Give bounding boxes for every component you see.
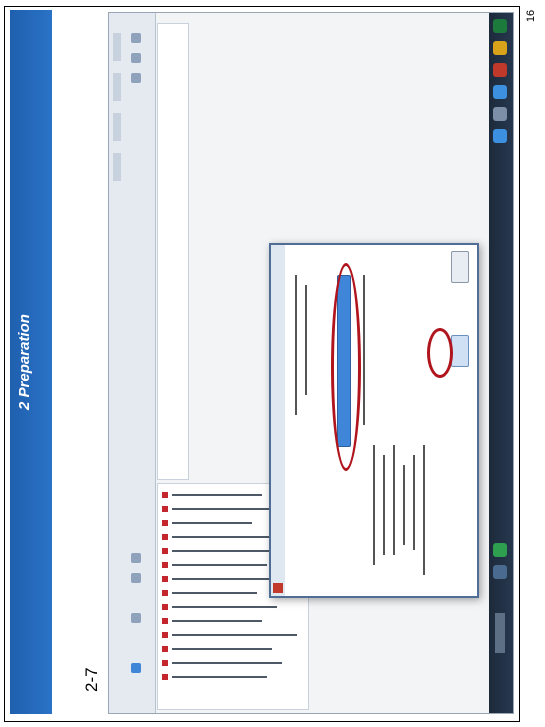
ribbon-button[interactable]	[131, 33, 141, 43]
step-label: 2-7	[82, 667, 101, 692]
embedded-screenshot	[108, 12, 514, 714]
dialog-text-line	[403, 465, 405, 545]
file-icon	[162, 562, 168, 568]
list-item[interactable]	[172, 494, 262, 496]
file-icon	[162, 604, 168, 610]
app-icon[interactable]	[493, 107, 507, 121]
ribbon-tab[interactable]	[113, 73, 121, 101]
close-icon[interactable]	[273, 583, 283, 593]
file-icon	[162, 576, 168, 582]
file-icon	[162, 548, 168, 554]
ribbon-button[interactable]	[131, 73, 141, 83]
ribbon-toolbar	[109, 13, 156, 713]
slide-title: 2 Preparation	[16, 314, 33, 410]
file-icon	[162, 674, 168, 680]
ribbon-button[interactable]	[131, 553, 141, 563]
app-icon[interactable]	[493, 41, 507, 55]
ribbon-button[interactable]	[131, 53, 141, 63]
start-icon[interactable]	[493, 19, 507, 33]
tray-icon[interactable]	[493, 543, 507, 557]
list-item[interactable]	[172, 620, 262, 622]
app-icon[interactable]	[493, 129, 507, 143]
list-item[interactable]	[172, 550, 272, 552]
list-item[interactable]	[172, 522, 252, 524]
tray-icon[interactable]	[493, 565, 507, 579]
list-item[interactable]	[172, 634, 297, 636]
dialog-text-line	[295, 275, 297, 415]
file-icon	[162, 534, 168, 540]
dialog-text-line	[373, 445, 375, 565]
file-icon	[162, 660, 168, 666]
list-item[interactable]	[172, 662, 282, 664]
clock	[495, 613, 505, 653]
list-item[interactable]	[172, 606, 277, 608]
progress-bar-highlight	[331, 263, 361, 471]
file-icon	[162, 492, 168, 498]
app-icon[interactable]	[493, 63, 507, 77]
ribbon-tab[interactable]	[113, 113, 121, 141]
file-icon	[162, 506, 168, 512]
ribbon-tab[interactable]	[113, 33, 121, 61]
dialog-text-line	[305, 285, 307, 395]
file-icon	[162, 632, 168, 638]
list-item[interactable]	[172, 648, 272, 650]
ribbon-tab[interactable]	[113, 153, 121, 181]
file-icon	[162, 590, 168, 596]
dialog-text-line	[423, 445, 425, 575]
taskbar	[489, 13, 513, 713]
progress-dialog	[269, 243, 479, 598]
navigation-pane	[157, 23, 189, 480]
dialog-text-line	[413, 455, 415, 550]
file-icon	[162, 520, 168, 526]
cancel-button[interactable]	[451, 251, 469, 283]
file-icon	[162, 646, 168, 652]
file-icon	[162, 618, 168, 624]
list-item[interactable]	[172, 564, 267, 566]
dialog-text-line	[383, 455, 385, 555]
app-icon[interactable]	[493, 85, 507, 99]
ok-button-highlight	[427, 328, 453, 378]
ribbon-button-active[interactable]	[131, 663, 141, 673]
ribbon-button[interactable]	[131, 573, 141, 583]
ok-button[interactable]	[451, 335, 469, 367]
page-number: 16	[525, 9, 538, 23]
ribbon-button[interactable]	[131, 613, 141, 623]
dialog-title-bar	[271, 245, 285, 596]
dialog-text-line	[393, 445, 395, 555]
dialog-text-line	[363, 275, 365, 425]
list-item[interactable]	[172, 592, 257, 594]
list-item[interactable]	[172, 676, 267, 678]
list-item[interactable]	[172, 508, 282, 510]
